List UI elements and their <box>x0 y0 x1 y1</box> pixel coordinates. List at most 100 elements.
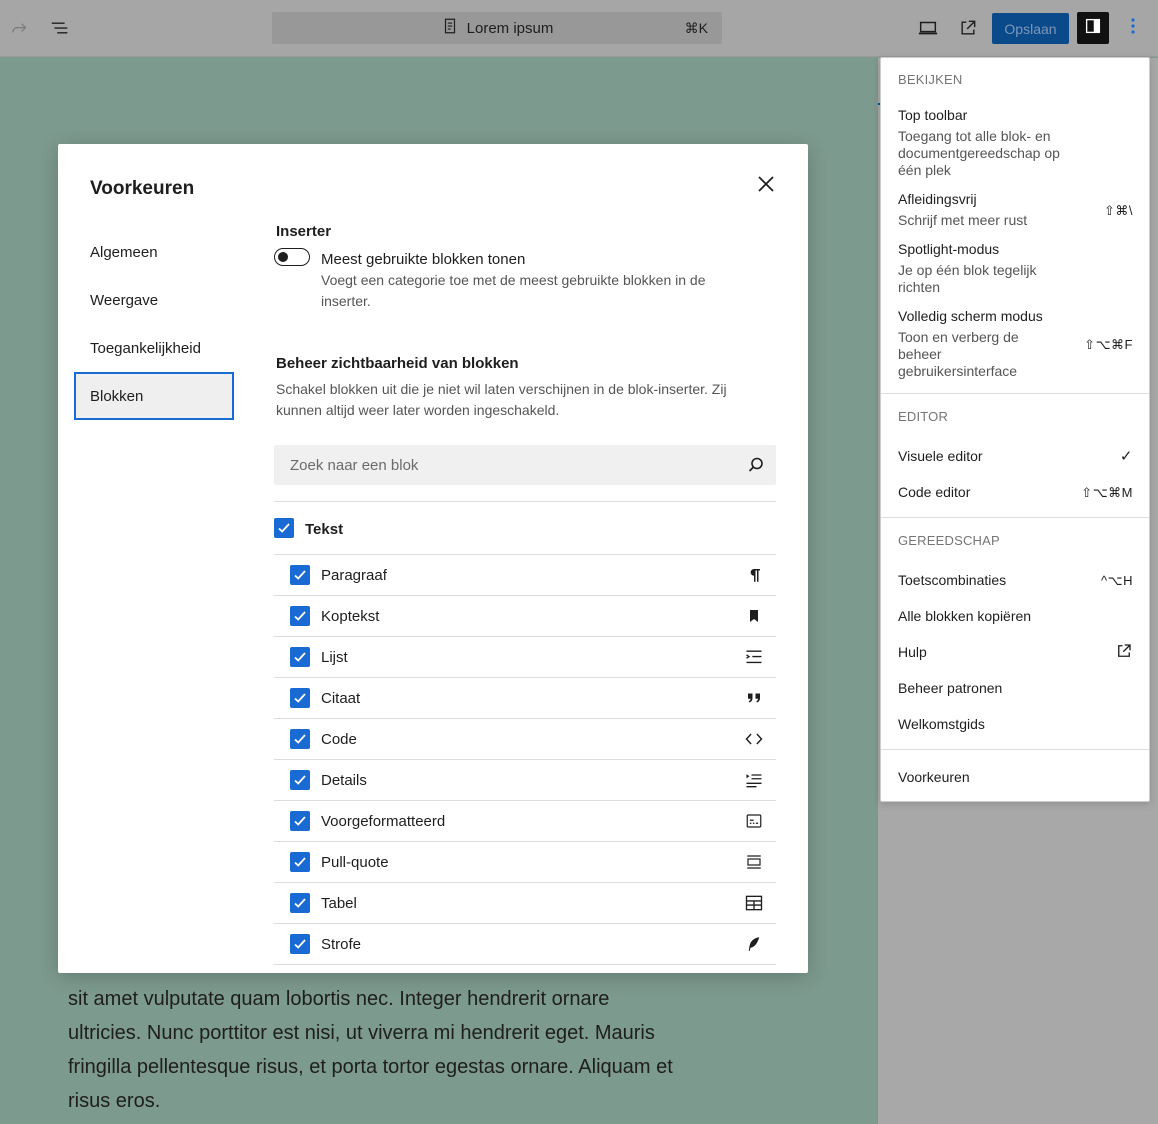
menu-item-title: Volledig scherm modus <box>898 308 1043 324</box>
command-shortcut: ⌘K <box>684 19 708 36</box>
shortcut-label: ⇧⌘\ <box>1103 203 1133 218</box>
block-search <box>274 445 776 485</box>
menu-item-description: Toon en verberg de beheer gebruikersinte… <box>898 329 1019 379</box>
command-palette-bar[interactable]: Lorem ipsum ⌘K <box>272 12 722 44</box>
block-checkbox[interactable] <box>290 688 310 708</box>
code-icon <box>744 729 764 749</box>
block-checkbox[interactable] <box>290 852 310 872</box>
menu-separator <box>881 749 1149 750</box>
block-checkbox[interactable] <box>290 606 310 626</box>
settings-sidebar-button[interactable] <box>1077 12 1109 44</box>
shortcut-label: ⇧⌥⌘M <box>1081 485 1133 500</box>
block-row: Citaat <box>274 678 776 719</box>
menu-separator <box>881 517 1149 518</box>
menu-item-top-toolbar[interactable]: Top toolbar Toegang tot alle blok- en do… <box>898 107 1138 179</box>
menu-item-visual-editor[interactable]: Visuele editor <box>898 448 1138 465</box>
block-label: Paragraaf <box>321 567 387 584</box>
redo-icon[interactable] <box>3 12 35 44</box>
block-label: Koptekst <box>321 608 380 625</box>
preformatted-icon <box>744 811 764 831</box>
pullquote-icon <box>744 852 764 872</box>
block-checkbox[interactable] <box>290 770 310 790</box>
menu-item-spotlight[interactable]: Spotlight-modus Je op één blok tegelijk … <box>898 241 1138 296</box>
menu-item-description: Schrijf met meer rust <box>898 212 1028 228</box>
visibility-help-text: Schakel blokken uit die je niet wil late… <box>276 381 727 418</box>
quote-icon <box>744 688 764 708</box>
more-options-button[interactable] <box>1118 12 1148 44</box>
menu-item-title: Spotlight-modus <box>898 241 1000 257</box>
block-checkbox[interactable] <box>290 647 310 667</box>
feather-icon <box>744 934 764 954</box>
menu-heading-view: BEKIJKEN <box>898 72 963 87</box>
inserter-heading: Inserter <box>276 223 332 240</box>
block-checkbox[interactable] <box>290 729 310 749</box>
block-label: Lijst <box>321 649 348 666</box>
block-label: Citaat <box>321 690 361 707</box>
menu-item-preferences[interactable]: Voorkeuren <box>898 769 1138 785</box>
sidebar-toggle-icon <box>1084 17 1102 40</box>
block-row: Lijst <box>274 637 776 678</box>
menu-item-manage-patterns[interactable]: Beheer patronen <box>898 680 1138 696</box>
document-title: Lorem ipsum <box>466 19 554 37</box>
search-icon <box>746 455 766 475</box>
preferences-content: Inserter Meest gebruikte blokken tonen V… <box>274 144 776 973</box>
block-row: Paragraaf <box>274 555 776 596</box>
toggle-label: Meest gebruikte blokken tonen <box>321 251 526 268</box>
details-icon <box>744 770 764 790</box>
block-label: Voorgeformatteerd <box>321 813 446 830</box>
menu-item-copy-all-blocks[interactable]: Alle blokken kopiëren <box>898 608 1138 624</box>
menu-item-help[interactable]: Hulp <box>898 644 1138 660</box>
menu-item-title: Visuele editor <box>898 448 983 464</box>
most-used-toggle[interactable] <box>274 248 310 266</box>
menu-heading-editor: EDITOR <box>898 409 949 424</box>
document-icon <box>441 17 459 40</box>
nav-item-blokken[interactable]: Blokken <box>74 372 234 420</box>
menu-item-title: Top toolbar <box>898 107 968 123</box>
toggle-knob <box>278 252 288 262</box>
list-icon <box>744 647 764 667</box>
category-label: Tekst <box>305 521 344 538</box>
toggle-help-text: Voegt een categorie toe met de meest geb… <box>321 272 706 309</box>
search-input[interactable] <box>274 445 734 485</box>
nav-item-toegankelijkheid[interactable]: Toegankelijkheid <box>74 324 234 372</box>
block-row: Koptekst <box>274 596 776 637</box>
nav-item-algemeen[interactable]: Algemeen <box>74 228 234 276</box>
checkmark-icon: ✓ <box>1119 448 1133 465</box>
menu-heading-tools: GEREEDSCHAP <box>898 533 1000 548</box>
block-row: Strofe <box>274 924 776 965</box>
post-content-paragraph: sit amet vulputate quam lobortis nec. In… <box>68 988 673 1112</box>
menu-item-title: Afleidingsvrij <box>898 191 977 207</box>
document-overview-icon[interactable] <box>44 12 76 44</box>
device-preview-icon[interactable] <box>912 12 944 44</box>
category-row: Tekst <box>274 501 776 555</box>
nav-item-weergave[interactable]: Weergave <box>74 276 234 324</box>
menu-item-distraction-free[interactable]: Afleidingsvrij Schrijf met meer rust <box>898 191 1138 229</box>
block-label: Pull-quote <box>321 854 389 871</box>
block-checkbox[interactable] <box>290 934 310 954</box>
category-checkbox[interactable] <box>274 518 294 538</box>
block-row: Code <box>274 719 776 760</box>
block-row: Voorgeformatteerd <box>274 801 776 842</box>
paragraph-icon <box>744 565 764 585</box>
visibility-heading: Beheer zichtbaarheid van blokken <box>276 355 519 372</box>
block-checkbox[interactable] <box>290 811 310 831</box>
view-post-external-icon[interactable] <box>952 12 984 44</box>
save-button[interactable]: Opslaan <box>992 13 1069 44</box>
block-row: Details <box>274 760 776 801</box>
shortcut-label: ^⌥H <box>1101 573 1133 588</box>
vertical-ellipsis-icon <box>1130 17 1136 40</box>
options-menu: BEKIJKEN Top toolbar Toegang tot alle bl… <box>880 57 1150 802</box>
block-checkbox[interactable] <box>290 565 310 585</box>
table-icon <box>744 893 764 913</box>
menu-item-welcome-guide[interactable]: Welkomstgids <box>898 716 1138 732</box>
block-row: Pull-quote <box>274 842 776 883</box>
shortcut-label: ⇧⌥⌘F <box>1084 337 1133 352</box>
block-checkbox[interactable] <box>290 893 310 913</box>
block-label: Details <box>321 772 367 789</box>
menu-item-description: Je op één blok tegelijk richten <box>898 262 1037 295</box>
block-label: Strofe <box>321 936 362 953</box>
block-label: Tabel <box>321 895 357 912</box>
block-row: Tabel <box>274 883 776 924</box>
modal-title: Voorkeuren <box>90 178 195 199</box>
menu-separator <box>881 393 1149 394</box>
